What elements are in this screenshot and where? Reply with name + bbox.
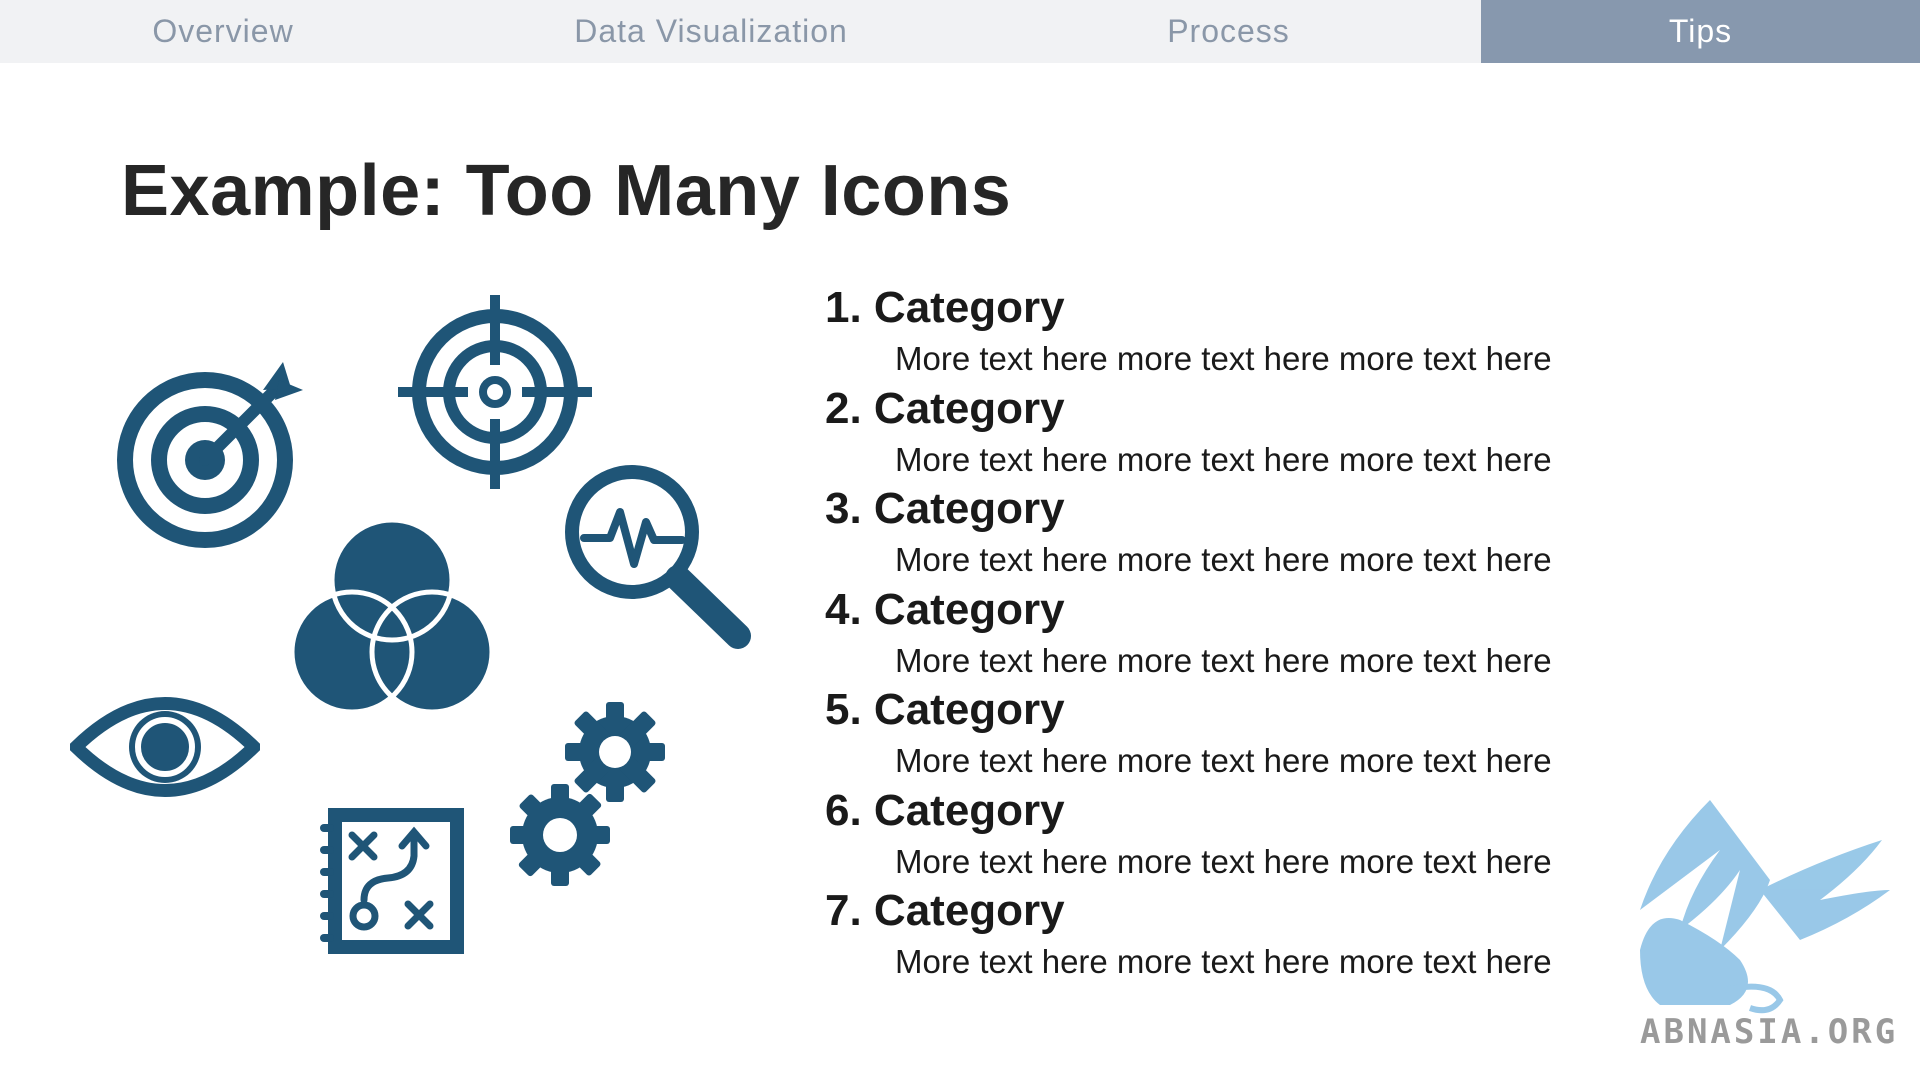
tab-overview[interactable]: Overview [0,0,446,63]
eye-icon [70,697,260,797]
list-item: 7. Category More text here more text her… [825,886,1725,987]
category-text: More text here more text here more text … [895,943,1552,980]
category-heading: 3. Category [825,484,1065,533]
category-text: More text here more text here more text … [895,541,1552,578]
category-text: More text here more text here more text … [895,842,1552,880]
category-heading: 1. Category [825,283,1065,332]
top-nav: Overview Data Visualization Process Tips [0,0,1920,63]
category-heading: 2. Category [825,383,1065,433]
list-item: 6. Category More text here more text her… [825,786,1725,887]
slide-title: Example: Too Many Icons [121,151,1012,231]
category-text: More text here more text here more text … [895,641,1552,679]
tab-process[interactable]: Process [976,0,1481,63]
list-item: 5. Category More text here more text her… [825,685,1725,786]
category-heading: 7. Category [825,886,1065,935]
tab-tips[interactable]: Tips [1481,0,1920,63]
target-arrow-icon [117,362,303,548]
list-item: 4. Category More text here more text her… [825,585,1725,686]
gears-icon [510,702,665,886]
list-item: 1. Category More text here more text her… [825,283,1725,384]
category-text: More text here more text here more text … [895,340,1552,377]
category-text: More text here more text here more text … [895,440,1552,478]
category-heading: 4. Category [825,584,1065,634]
category-text: More text here more text here more text … [895,742,1552,779]
category-heading: 5. Category [825,685,1065,734]
venn-diagram-icon [290,518,495,715]
search-pulse-icon [565,465,751,649]
list-item: 2. Category More text here more text her… [825,384,1725,485]
strategy-board-icon [320,808,464,954]
category-list: 1. Category More text here more text her… [825,283,1725,987]
icon-cluster [0,280,780,1000]
list-item: 3. Category More text here more text her… [825,484,1725,585]
watermark-logo [1640,800,1890,1014]
tab-data-visualization[interactable]: Data Visualization [446,0,976,63]
category-heading: 6. Category [825,785,1065,835]
watermark-text: ABNASIA.ORG [1640,1012,1899,1052]
